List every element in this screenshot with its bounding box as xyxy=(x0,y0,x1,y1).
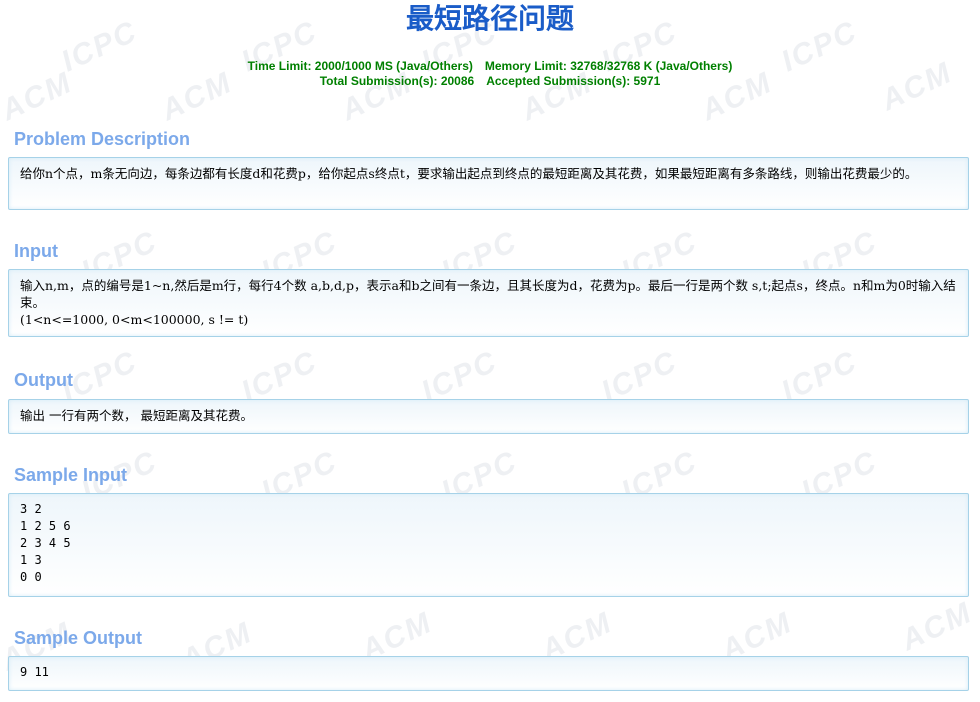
output-box: 输出 一行有两个数， 最短距离及其花费。 xyxy=(8,399,969,434)
description-text: 给你n个点，m条无向边，每条边都有长度d和花费p，给你起点s终点t，要求输出起点… xyxy=(20,166,918,181)
input-text-line-1: 输入n,m，点的编号是1~n,然后是m行，每行4个数 a,b,d,p，表示a和b… xyxy=(20,278,956,310)
sample-output-box: 9 11 xyxy=(8,656,969,691)
sample-input-box: 3 2 1 2 5 6 2 3 4 5 1 3 0 0 xyxy=(8,493,969,597)
output-text: 输出 一行有两个数， 最短距离及其花费。 xyxy=(20,408,253,423)
section-title-description: Problem Description xyxy=(14,129,191,149)
time-limit: Time Limit: 2000/1000 MS (Java/Others) xyxy=(247,59,473,73)
description-box: 给你n个点，m条无向边，每条边都有长度d和花费p，给你起点s终点t，要求输出起点… xyxy=(8,157,969,210)
accepted-submissions: Accepted Submission(s): 5971 xyxy=(486,74,661,88)
limits-line-1: Time Limit: 2000/1000 MS (Java/Others) Me… xyxy=(0,59,980,74)
input-text-line-2: (1<n<=1000, 0<m<100000, s != t) xyxy=(20,312,249,327)
total-submissions: Total Submission(s): 20086 xyxy=(319,74,475,88)
section-title-sample-output: Sample Output xyxy=(14,628,143,648)
problem-title: 最短路径问题 xyxy=(405,2,574,35)
problem-limits: Time Limit: 2000/1000 MS (Java/Others) Me… xyxy=(0,59,980,89)
limits-line-2: Total Submission(s): 20086 Accepted Submi… xyxy=(0,74,980,89)
section-title-input: Input xyxy=(14,241,58,261)
input-box: 输入n,m，点的编号是1~n,然后是m行，每行4个数 a,b,d,p，表示a和b… xyxy=(8,269,969,337)
section-title-output: Output xyxy=(14,370,73,390)
memory-limit: Memory Limit: 32768/32768 K (Java/Others… xyxy=(484,59,733,73)
section-title-sample-input: Sample Input xyxy=(14,465,128,485)
